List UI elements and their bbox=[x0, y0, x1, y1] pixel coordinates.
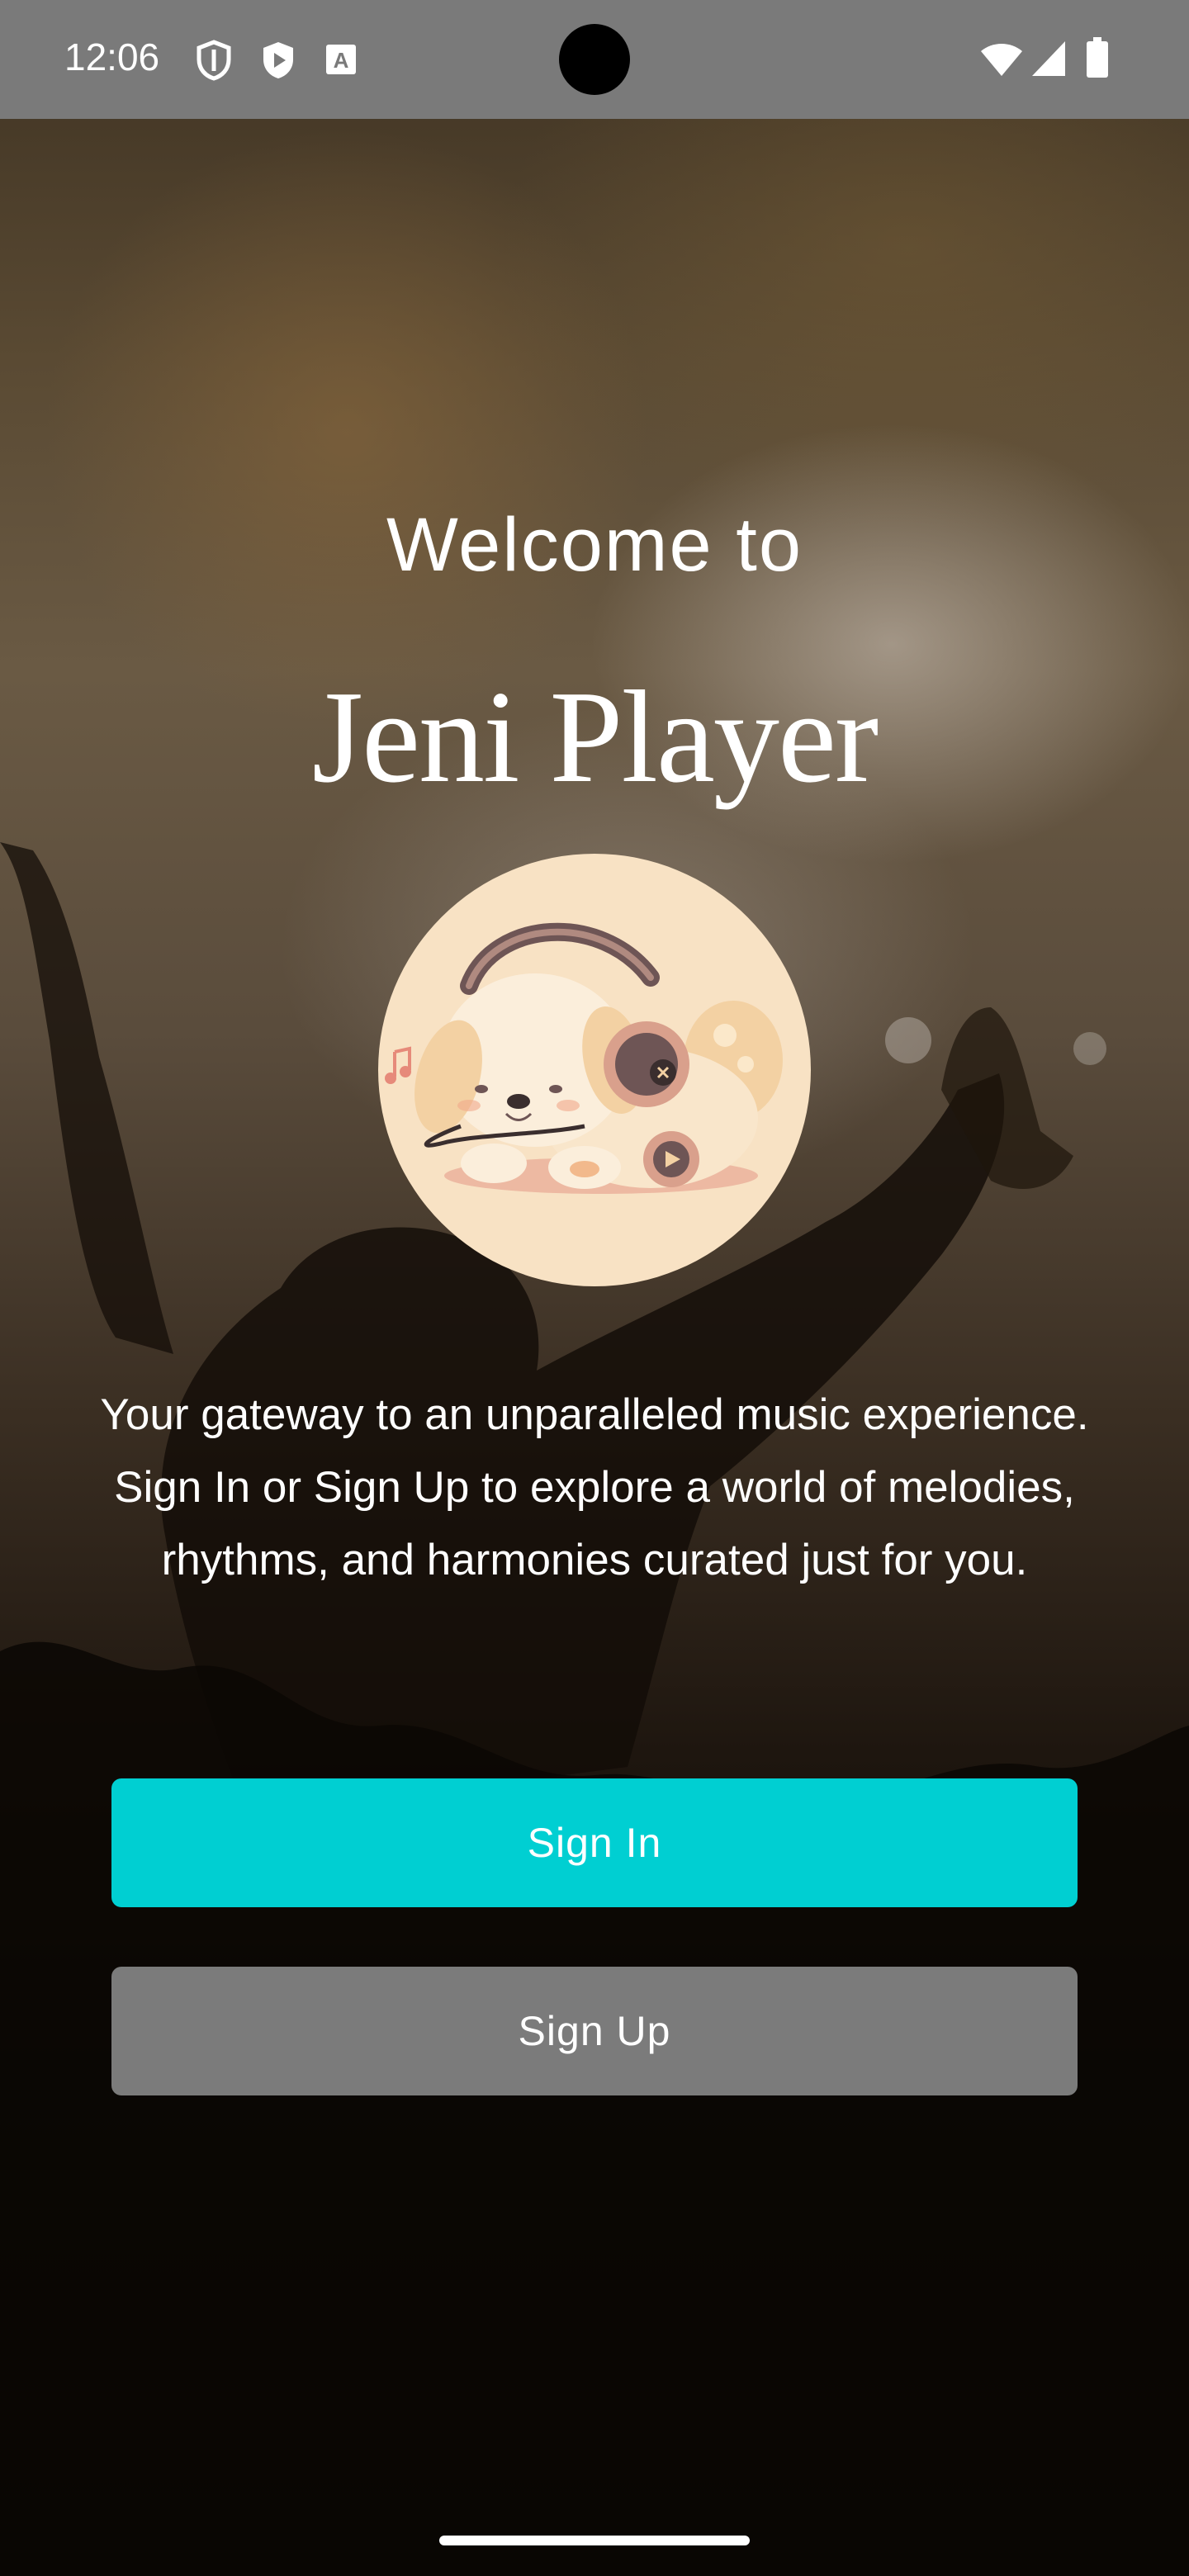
shield-icon bbox=[197, 40, 231, 81]
home-gesture-bar[interactable] bbox=[439, 2536, 750, 2545]
welcome-heading: Welcome to bbox=[386, 503, 803, 587]
signal-icon bbox=[1032, 41, 1065, 76]
wifi-icon bbox=[981, 44, 1022, 76]
welcome-description: Your gateway to an unparalleled music ex… bbox=[100, 1390, 1089, 1584]
mascot-avatar bbox=[378, 854, 811, 1286]
app-title: Jeni Player bbox=[311, 663, 879, 810]
play-protect-icon bbox=[263, 42, 293, 78]
sign-up-button[interactable]: Sign Up bbox=[111, 1967, 1078, 2095]
font-a-icon: A bbox=[326, 45, 356, 74]
puppy-headphones-illustration bbox=[385, 922, 783, 1194]
sign-in-button[interactable]: Sign In bbox=[111, 1778, 1078, 1907]
status-bar: 12:06 A bbox=[0, 0, 1189, 119]
battery-icon bbox=[1087, 37, 1108, 78]
svg-text:A: A bbox=[334, 48, 349, 73]
crowd-silhouette bbox=[0, 842, 1189, 2576]
camera-cutout bbox=[559, 24, 630, 95]
status-time: 12:06 bbox=[64, 36, 160, 78]
